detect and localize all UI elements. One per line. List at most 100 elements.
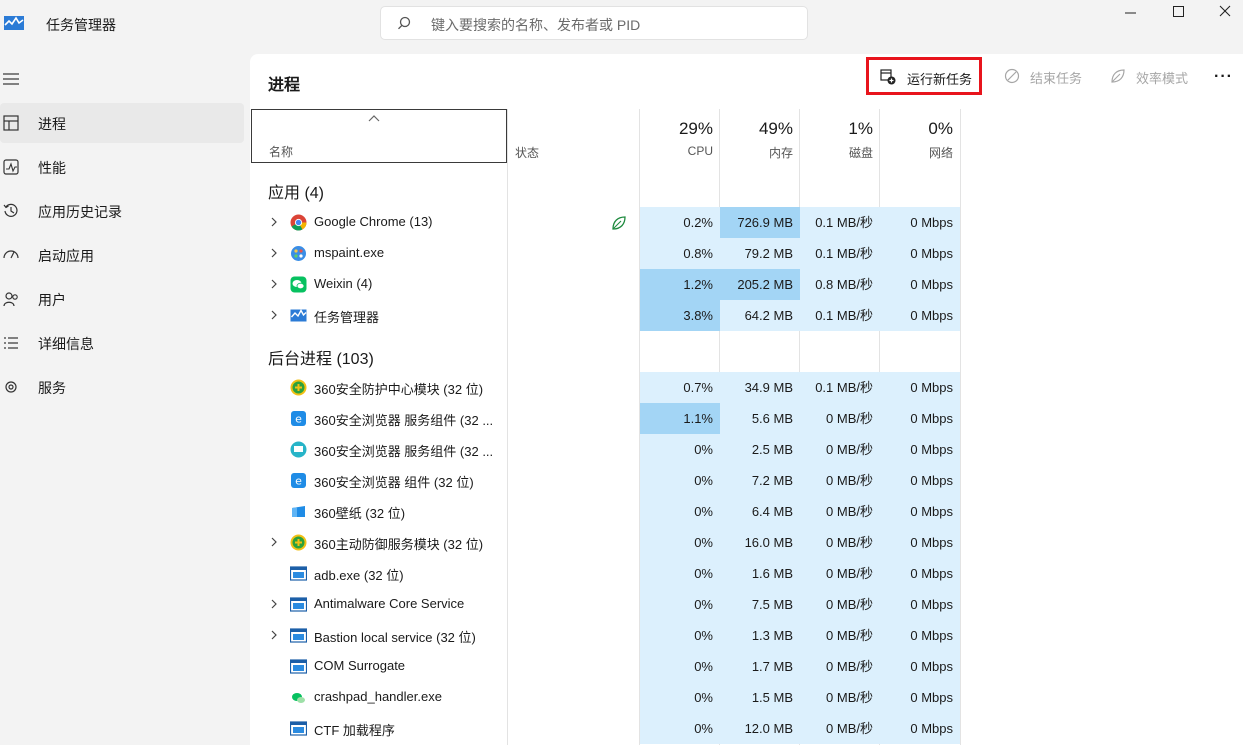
chevron-right-icon[interactable] <box>270 310 278 320</box>
process-row[interactable]: e 360安全浏览器 服务组件 (32 ... 1.1% 5.6 MB 0 MB/秒 0 … <box>250 403 962 434</box>
disk-cell: 0 MB/秒 <box>800 465 880 496</box>
chevron-right-icon[interactable] <box>270 537 278 547</box>
process-row[interactable]: mspaint.exe 0.8% 79.2 MB 0.1 MB/秒 0 Mbps <box>250 238 962 269</box>
process-row[interactable]: Google Chrome (13) 0.2% 726.9 MB 0.1 MB/秒 0 … <box>250 207 962 238</box>
window-app-icon <box>289 596 308 613</box>
close-button[interactable] <box>1197 0 1243 26</box>
process-name: 360壁纸 (32 位) <box>314 506 406 521</box>
disk-cell: 0.1 MB/秒 <box>800 207 880 238</box>
column-header-memory[interactable]: 49% 内存 <box>720 109 800 163</box>
task-manager-app-icon <box>4 16 24 30</box>
details-icon <box>4 337 18 349</box>
run-new-task-button[interactable]: 运行新任务 <box>866 57 982 95</box>
cpu-cell: 0% <box>640 527 720 558</box>
process-row[interactable]: 360壁纸 (32 位) 0% 6.4 MB 0 MB/秒 0 Mbps <box>250 496 962 527</box>
network-cell: 0 Mbps <box>880 269 960 300</box>
process-row[interactable]: CTF 加载程序 0% 12.0 MB 0 MB/秒 0 Mbps <box>250 713 962 744</box>
minimize-icon <box>1125 12 1136 14</box>
process-row[interactable]: e 360安全浏览器 组件 (32 位) 0% 7.2 MB 0 MB/秒 0 Mbps <box>250 465 962 496</box>
network-cell: 0 Mbps <box>880 434 960 465</box>
process-row[interactable]: crashpad_handler.exe 0% 1.5 MB 0 MB/秒 0 Mbps <box>250 682 962 713</box>
processes-panel: 进程 运行新任务 结束任务 效率模式 ··· 名称 状态 29% CPU 49%… <box>250 54 1243 745</box>
sidebar-item-app-history[interactable]: 应用历史记录 <box>0 191 244 231</box>
network-cell: 0 Mbps <box>880 682 960 713</box>
memory-cell: 7.5 MB <box>720 589 800 620</box>
process-row[interactable]: 360安全防护中心模块 (32 位) 0.7% 34.9 MB 0.1 MB/秒 0 M… <box>250 372 962 403</box>
column-header-disk[interactable]: 1% 磁盘 <box>800 109 880 163</box>
memory-cell: 2.5 MB <box>720 434 800 465</box>
chevron-right-icon[interactable] <box>270 248 278 258</box>
process-row[interactable]: 360安全浏览器 服务组件 (32 ... 0% 2.5 MB 0 MB/秒 0 Mbp… <box>250 434 962 465</box>
column-name-label: 名称 <box>269 145 294 159</box>
disk-cell: 0 MB/秒 <box>800 527 880 558</box>
chevron-right-icon[interactable] <box>270 599 278 609</box>
disk-cell: 0 MB/秒 <box>800 713 880 744</box>
cpu-cell: 1.2% <box>640 269 720 300</box>
cpu-cell: 0% <box>640 496 720 527</box>
svg-text:e: e <box>295 475 302 488</box>
column-header-name[interactable]: 名称 <box>251 109 507 163</box>
hamburger-menu-icon[interactable] <box>3 72 19 86</box>
disk-column-label: 磁盘 <box>848 146 873 160</box>
memory-cell: 79.2 MB <box>720 238 800 269</box>
cpu-column-label: CPU <box>687 144 713 158</box>
title-bar: 任务管理器 键入要搜索的名称、发布者或 PID <box>0 0 1243 50</box>
process-name: 360安全浏览器 服务组件 (32 ... <box>314 413 494 428</box>
startup-apps-icon <box>3 250 19 259</box>
paint-icon <box>290 245 307 262</box>
process-row[interactable]: adb.exe (32 位) 0% 1.6 MB 0 MB/秒 0 Mbps <box>250 558 962 589</box>
memory-column-label: 内存 <box>768 146 793 160</box>
memory-cell: 64.2 MB <box>720 300 800 331</box>
network-cell: 0 Mbps <box>880 620 960 651</box>
minimize-button[interactable] <box>1108 0 1154 26</box>
cpu-cell: 0.8% <box>640 238 720 269</box>
cpu-cell: 0% <box>640 589 720 620</box>
process-row[interactable]: 360主动防御服务模块 (32 位) 0% 16.0 MB 0 MB/秒 0 Mbps <box>250 527 962 558</box>
search-input[interactable]: 键入要搜索的名称、发布者或 PID <box>380 6 808 40</box>
sidebar-item-users[interactable]: 用户 <box>0 279 244 319</box>
column-header-network[interactable]: 0% 网络 <box>880 109 960 163</box>
memory-cell: 6.4 MB <box>720 496 800 527</box>
memory-cell: 12.0 MB <box>720 713 800 744</box>
group-header-apps: 应用 (4) <box>268 185 325 202</box>
column-header-status[interactable]: 状态 <box>508 109 639 163</box>
process-name: Bastion local service (32 位) <box>314 630 476 645</box>
process-row[interactable]: Weixin (4) 1.2% 205.2 MB 0.8 MB/秒 0 Mbps <box>250 269 962 300</box>
cpu-cell: 0.2% <box>640 207 720 238</box>
search-placeholder: 键入要搜索的名称、发布者或 PID <box>431 17 641 33</box>
cpu-cell: 0% <box>640 434 720 465</box>
process-row[interactable]: Antimalware Core Service 0% 7.5 MB 0 MB/秒 0 … <box>250 589 962 620</box>
process-name: Google Chrome (13) <box>314 214 433 229</box>
memory-cell: 5.6 MB <box>720 403 800 434</box>
column-header-cpu[interactable]: 29% CPU <box>640 109 720 163</box>
sidebar-item-performance[interactable]: 性能 <box>0 147 244 187</box>
sidebar-item-services[interactable]: 服务 <box>0 367 244 407</box>
end-task-button[interactable]: 结束任务 <box>1004 66 1088 86</box>
efficiency-mode-button[interactable]: 效率模式 <box>1110 66 1194 86</box>
cpu-cell: 0% <box>640 682 720 713</box>
chevron-right-icon[interactable] <box>270 217 278 227</box>
360-browser-icon: e <box>290 472 307 489</box>
maximize-button[interactable] <box>1155 0 1201 26</box>
process-row[interactable]: COM Surrogate 0% 1.7 MB 0 MB/秒 0 Mbps <box>250 651 962 682</box>
disk-cell: 0 MB/秒 <box>800 620 880 651</box>
disk-cell: 0.8 MB/秒 <box>800 269 880 300</box>
chevron-right-icon[interactable] <box>270 630 278 640</box>
column-status-label: 状态 <box>515 146 540 160</box>
sidebar-item-startup-apps[interactable]: 启动应用 <box>0 235 244 275</box>
sidebar: 进程 性能 应用历史记录 启动应用 用户 详细信息 服务 <box>0 50 250 745</box>
disk-cell: 0.1 MB/秒 <box>800 372 880 403</box>
sidebar-item-details[interactable]: 详细信息 <box>0 323 244 363</box>
sidebar-item-label: 服务 <box>38 380 66 396</box>
chevron-right-icon[interactable] <box>270 279 278 289</box>
more-options-button[interactable]: ··· <box>1214 68 1233 86</box>
memory-cell: 205.2 MB <box>720 269 800 300</box>
process-row[interactable]: 任务管理器 3.8% 64.2 MB 0.1 MB/秒 0 Mbps <box>250 300 962 331</box>
network-cell: 0 Mbps <box>880 713 960 744</box>
cpu-total-percent: 29% <box>678 119 713 138</box>
process-name: 360安全浏览器 组件 (32 位) <box>314 475 474 490</box>
network-cell: 0 Mbps <box>880 372 960 403</box>
process-row[interactable]: Bastion local service (32 位) 0% 1.3 MB 0 MB… <box>250 620 962 651</box>
processes-icon <box>3 115 19 131</box>
sidebar-item-processes[interactable]: 进程 <box>0 103 244 143</box>
